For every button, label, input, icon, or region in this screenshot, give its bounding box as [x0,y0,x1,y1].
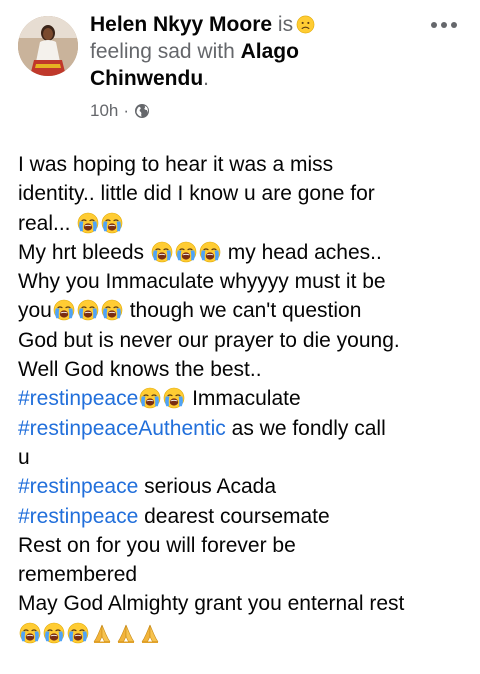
loudly-crying-face-emoji [151,241,173,263]
text-line: identity.. little did I know u are gone … [18,182,375,206]
loudly-crying-face-emoji [77,212,99,234]
text-line: God but is never our prayer to die young… [18,328,400,352]
loudly-crying-face-emoji [77,299,99,321]
post-body: I was hoping to hear it was a miss ident… [18,150,468,648]
hashtag-link-restinpeaceauthentic[interactable]: #restinpeaceAuthentic [18,417,226,440]
text-line: May God Almighty grant you enternal rest [18,592,405,616]
hashtag-link-restinpeace[interactable]: #restinpeace [18,475,138,498]
more-options-icon [441,22,447,28]
loudly-crying-face-emoji [163,387,185,409]
text-line: remembered [18,563,138,587]
sad-face-icon [296,15,315,34]
loudly-crying-face-emoji [67,622,89,644]
text-segment: My hrt bleeds [18,240,145,264]
hashtag-link-restinpeace[interactable]: #restinpeace [18,505,138,528]
loudly-crying-face-emoji [199,241,221,263]
avatar[interactable] [18,16,78,76]
text-line: Rest on for you will forever be [18,533,296,557]
loudly-crying-face-emoji [175,241,197,263]
text-segment: real... [18,211,71,235]
emoji-line [18,619,468,648]
text-segment: as we fondly call [231,416,386,440]
post-author-line: Helen Nkyy Moore is feeling sad with Ala… [90,11,410,92]
loudly-crying-face-emoji [101,212,123,234]
loudly-crying-face-emoji [43,622,65,644]
text-segment: you [18,299,52,323]
text-line: #restinpeace dearest coursemate [18,502,468,531]
more-options-icon [431,22,437,28]
more-options-button[interactable] [424,14,464,36]
loudly-crying-face-emoji [139,387,161,409]
post-timestamp[interactable]: 10h [90,101,118,121]
text-segment: dearest coursemate [144,504,330,528]
text-line: real... [18,209,468,238]
folded-hands-emoji [139,622,161,644]
text-segment: serious Acada [144,475,277,499]
text-line: Well God knows the best.. [18,358,262,382]
meta-separator: · [123,101,130,120]
post-meta: 10h · [90,101,150,121]
author-name[interactable]: Helen Nkyy Moore [90,13,272,36]
text-line: u [18,445,30,469]
folded-hands-emoji [91,622,113,644]
feeling-text: feeling sad with [90,40,235,63]
text-line: Why you Immaculate whyyyy must it be [18,270,386,294]
activity-verb: is [277,13,294,36]
loudly-crying-face-emoji [101,299,123,321]
more-options-icon [451,22,457,28]
globe-icon[interactable] [134,103,150,119]
text-line: My hrt bleeds my head aches.. [18,238,468,267]
loudly-crying-face-emoji [19,622,41,644]
folded-hands-emoji [115,622,137,644]
text-line: you though we can't question [18,296,468,325]
text-line: I was hoping to hear it was a miss [18,153,334,176]
hashtag-link-restinpeace[interactable]: #restinpeace [18,387,138,410]
loudly-crying-face-emoji [53,299,75,321]
header-period: . [203,67,209,90]
text-line: #restinpeace Immaculate [18,384,468,413]
text-segment: Immaculate [192,387,301,411]
text-line: #restinpeace serious Acada [18,472,468,501]
post-header: Helen Nkyy Moore is feeling sad with Ala… [0,0,480,140]
text-segment: my head aches.. [227,240,382,264]
text-segment: though we can't question [129,299,362,323]
text-line: #restinpeaceAuthentic as we fondly call [18,414,468,443]
